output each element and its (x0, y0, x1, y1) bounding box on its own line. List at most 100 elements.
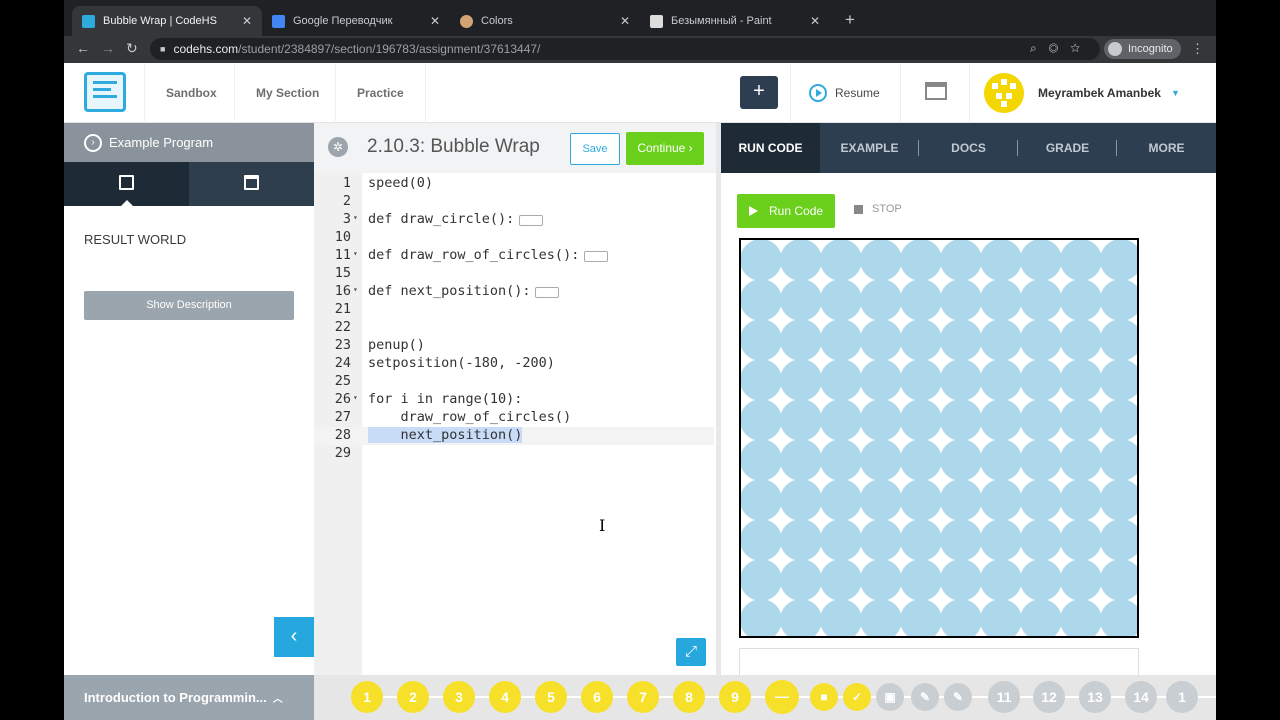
codehs-logo-icon[interactable] (84, 72, 126, 112)
code-line[interactable]: 3 ▾ def draw_circle(): (314, 211, 714, 229)
progress-step[interactable]: ▣ (876, 683, 904, 711)
code-line[interactable]: 26 ▾ for i in range(10): (314, 391, 714, 409)
progress-step[interactable]: 9 (719, 681, 751, 713)
code-line[interactable]: 1 speed(0) (314, 175, 714, 193)
folded-code-icon[interactable] (535, 287, 559, 298)
save-button[interactable]: Save (570, 133, 620, 165)
browser-window: Bubble Wrap | CodeHS ✕ Google Переводчик… (64, 0, 1216, 720)
address-bar-icons[interactable]: ⌕◎☆ (1030, 41, 1092, 56)
code-editor[interactable]: 1 speed(0) 2 3 ▾ def draw_circle(): 10 11 ▾ def d… (314, 173, 720, 675)
user-menu[interactable]: Meyrambek Amanbek ▼ (984, 63, 1180, 123)
course-selector[interactable]: Introduction to Programmin... ︿ (64, 675, 314, 720)
code-line[interactable]: 11 ▾ def draw_row_of_circles(): (314, 247, 714, 265)
gear-icon[interactable]: ✲ (328, 137, 348, 157)
fold-arrow-icon[interactable]: ▾ (353, 285, 358, 294)
bubble-circle (1100, 319, 1137, 361)
code-line[interactable]: 22 (314, 319, 714, 337)
tab-paint[interactable]: Безымянный - Paint ✕ (640, 6, 830, 36)
code-line[interactable]: 21 (314, 301, 714, 319)
code-line[interactable]: 25 (314, 373, 714, 391)
create-button[interactable]: + (740, 76, 778, 109)
progress-step[interactable]: 1 (1166, 681, 1198, 713)
tab-google-translate[interactable]: Google Переводчик ✕ (262, 6, 450, 36)
code-text: draw_row_of_circles() (368, 409, 572, 425)
code-line[interactable]: 24 setposition(-180, -200) (314, 355, 714, 373)
close-tab-icon[interactable]: ✕ (620, 14, 630, 28)
show-description-button[interactable]: Show Description (84, 291, 294, 320)
code-line[interactable]: 29 (314, 445, 714, 463)
tab-run-code[interactable]: RUN CODE (721, 123, 820, 173)
progress-step[interactable]: ✎ (944, 683, 972, 711)
progress-step[interactable]: 13 (1079, 681, 1111, 713)
progress-step[interactable]: 3 (443, 681, 475, 713)
code-line[interactable]: 27 draw_row_of_circles() (314, 409, 714, 427)
fold-arrow-icon[interactable]: ▾ (353, 213, 358, 222)
tab-example[interactable]: EXAMPLE (820, 123, 919, 173)
progress-step[interactable]: 11 (988, 681, 1020, 713)
code-line[interactable]: 15 (314, 265, 714, 283)
expand-icon[interactable]: ⤢ (676, 638, 706, 666)
nav-my-section[interactable]: My Section (234, 63, 340, 123)
folded-code-icon[interactable] (584, 251, 609, 262)
example-program-header[interactable]: › Example Program (64, 123, 314, 162)
progress-step[interactable]: 1 (351, 681, 383, 713)
nav-sandbox[interactable]: Sandbox (144, 63, 238, 123)
nav-practice[interactable]: Practice (335, 63, 426, 123)
progress-step[interactable]: 12 (1033, 681, 1065, 713)
progress-step[interactable]: 7 (627, 681, 659, 713)
progress-step[interactable]: ✓ (843, 683, 871, 711)
progress-step[interactable]: 4 (489, 681, 521, 713)
bubble-circle (820, 439, 862, 481)
window-icon-button[interactable] (900, 63, 970, 123)
bubble-circle (741, 599, 782, 636)
progress-step[interactable]: ■ (810, 683, 838, 711)
tab-docs-label: DOCS (951, 141, 986, 155)
folded-code-icon[interactable] (518, 215, 543, 226)
code-line[interactable]: 10 (314, 229, 714, 247)
bubble-circle (900, 559, 942, 601)
tab-more[interactable]: MORE (1117, 123, 1216, 173)
progress-step[interactable]: 5 (535, 681, 567, 713)
pane-divider[interactable] (716, 123, 721, 675)
code-line[interactable]: 28 next_position() (314, 427, 714, 445)
bubble-circle (860, 439, 902, 481)
progress-step[interactable]: ✎ (911, 683, 939, 711)
close-tab-icon[interactable]: ✕ (810, 14, 820, 28)
close-tab-icon[interactable]: ✕ (430, 14, 440, 28)
chevron-circle-icon: › (84, 133, 102, 152)
tab-docs[interactable]: DOCS (919, 123, 1018, 173)
progress-step[interactable]: — (765, 680, 799, 714)
tab-calendar[interactable] (189, 162, 314, 206)
user-name: Meyrambek Amanbek (1038, 86, 1161, 100)
bubble-circle (1060, 439, 1102, 481)
collapse-panel-button[interactable]: ‹ (274, 617, 314, 657)
code-line[interactable]: 16 ▾ def next_position(): (314, 283, 714, 301)
incognito-badge[interactable]: Incognito (1104, 39, 1181, 59)
reload-icon[interactable]: ↻ (126, 40, 138, 57)
tab-bubble-wrap[interactable]: Bubble Wrap | CodeHS ✕ (72, 6, 262, 36)
tab-colors[interactable]: Colors ✕ (450, 6, 640, 36)
stop-button[interactable]: STOP (854, 203, 902, 215)
progress-step[interactable]: 14 (1125, 681, 1157, 713)
progress-step[interactable]: 8 (673, 681, 705, 713)
code-line[interactable]: 23 penup() (314, 337, 714, 355)
bubble-circle (1100, 599, 1137, 636)
stop-label: STOP (872, 203, 902, 215)
code-line[interactable]: 2 (314, 193, 714, 211)
address-bar[interactable]: ■ codehs.com /student/2384897/section/19… (150, 38, 1100, 60)
progress-step[interactable]: 2 (397, 681, 429, 713)
forward-icon[interactable]: → (101, 40, 115, 56)
run-code-button[interactable]: Run Code (737, 194, 835, 228)
new-tab-icon[interactable]: + (845, 10, 855, 30)
tab-grade[interactable]: GRADE (1018, 123, 1117, 173)
resume-button[interactable]: Resume (790, 63, 900, 123)
fold-arrow-icon[interactable]: ▾ (353, 393, 358, 402)
close-tab-icon[interactable]: ✕ (242, 14, 252, 28)
back-icon[interactable]: ← (76, 40, 90, 56)
assignment-progress: 1 2 3 4 5 6 7 8 9— ■ ✓ ▣ ✎ ✎ 11 12 13 14 1 (314, 675, 1216, 720)
fold-arrow-icon[interactable]: ▾ (353, 249, 358, 258)
continue-button[interactable]: Continue › (626, 132, 704, 165)
browser-menu-icon[interactable]: ⋮ (1191, 41, 1204, 57)
tab-map[interactable] (64, 162, 189, 206)
progress-step[interactable]: 6 (581, 681, 613, 713)
